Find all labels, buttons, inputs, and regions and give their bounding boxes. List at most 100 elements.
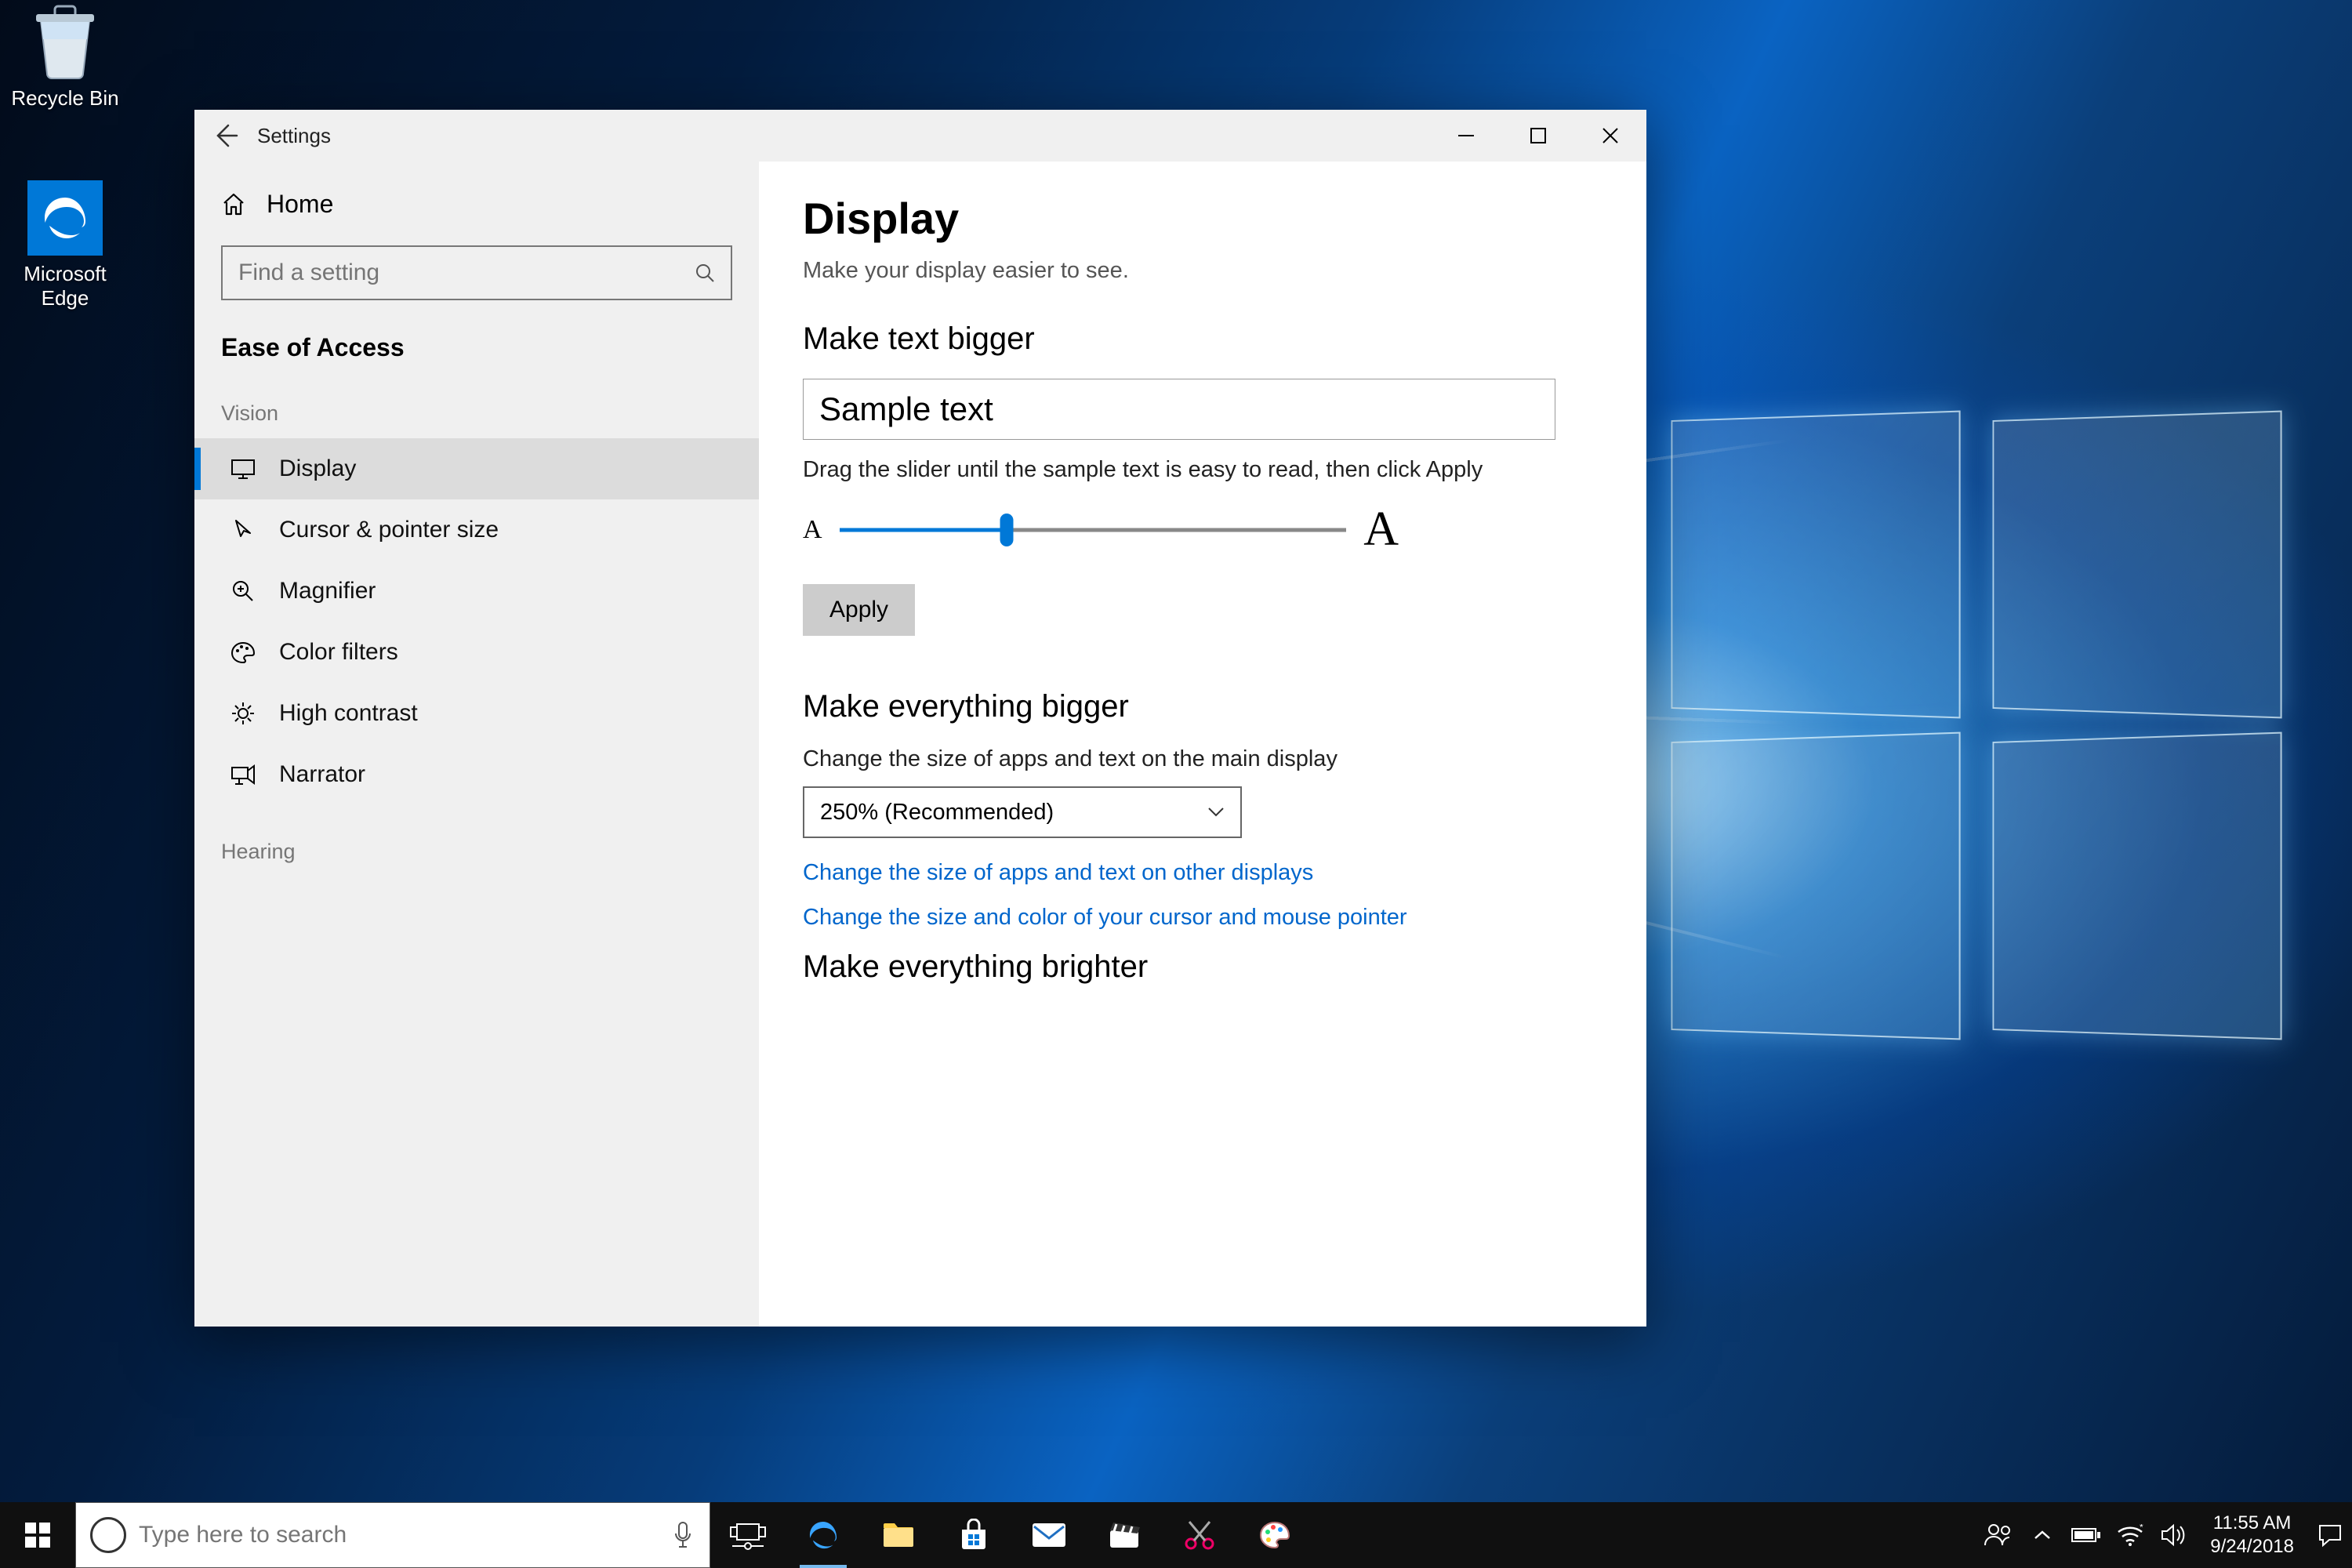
search-icon	[695, 263, 715, 283]
section-make-everything-bigger: Make everything bigger	[803, 689, 1602, 724]
system-tray: * 11:55 AM 9/24/2018	[1976, 1502, 2352, 1568]
cursor-icon	[229, 518, 257, 542]
taskbar-mail[interactable]	[1011, 1502, 1087, 1568]
titlebar: Settings	[194, 110, 1646, 162]
sidebar: Home Ease of Access Vision Display Curso…	[194, 162, 759, 1327]
taskbar-movies[interactable]	[1087, 1502, 1162, 1568]
slider-min-label: A	[803, 515, 822, 545]
sidebar-category: Ease of Access	[194, 318, 759, 367]
magnifier-icon	[229, 579, 257, 603]
edge-icon	[807, 1519, 840, 1552]
desktop-icon-label: Recycle Bin	[6, 86, 124, 111]
nav-item-magnifier[interactable]: Magnifier	[194, 561, 759, 622]
tray-people[interactable]	[1976, 1502, 2020, 1568]
wallpaper-windows-logo	[1662, 416, 2305, 1058]
sidebar-group-vision: Vision	[194, 367, 759, 438]
home-label: Home	[267, 190, 333, 219]
sidebar-group-hearing: Hearing	[194, 805, 759, 877]
chevron-down-icon	[1207, 807, 1225, 818]
cortana-icon	[90, 1517, 126, 1553]
slider-max-label: A	[1363, 502, 1399, 557]
scissors-icon	[1183, 1519, 1216, 1552]
nav-item-cursor[interactable]: Cursor & pointer size	[194, 499, 759, 561]
close-button[interactable]	[1574, 110, 1646, 162]
back-button[interactable]	[194, 110, 257, 162]
arrow-left-icon	[212, 122, 239, 149]
settings-search-input[interactable]	[238, 260, 695, 286]
taskbar-snip[interactable]	[1162, 1502, 1237, 1568]
task-view-icon	[729, 1519, 767, 1551]
nav-label: Color filters	[279, 639, 398, 666]
apply-button[interactable]: Apply	[803, 584, 915, 636]
paint-icon	[1258, 1519, 1292, 1551]
svg-text:*: *	[2140, 1524, 2143, 1533]
chevron-up-icon	[2034, 1529, 2051, 1541]
settings-window: Settings Home Ease of Access Vision	[194, 110, 1646, 1327]
desktop-icon-label: Microsoft Edge	[6, 262, 124, 310]
edge-icon	[27, 180, 103, 256]
text-size-slider[interactable]	[840, 514, 1347, 546]
link-cursor-size[interactable]: Change the size and color of your cursor…	[803, 905, 1602, 931]
tray-overflow[interactable]	[2020, 1502, 2064, 1568]
link-other-displays[interactable]: Change the size of apps and text on othe…	[803, 860, 1602, 886]
taskbar-search[interactable]	[75, 1502, 710, 1568]
maximize-icon	[1530, 127, 1547, 144]
page-title: Display	[803, 193, 1602, 244]
brightness-icon	[229, 701, 257, 726]
section-make-everything-brighter: Make everything brighter	[803, 949, 1602, 985]
nav-item-narrator[interactable]: Narrator	[194, 744, 759, 805]
tray-time: 11:55 AM	[2210, 1512, 2294, 1535]
sample-text-preview: Sample text	[803, 379, 1555, 440]
tray-action-center[interactable]	[2308, 1502, 2352, 1568]
windows-logo-icon	[24, 1521, 52, 1549]
taskbar: * 11:55 AM 9/24/2018	[0, 1502, 2352, 1568]
display-scale-dropdown[interactable]: 250% (Recommended)	[803, 786, 1242, 838]
taskbar-task-view[interactable]	[710, 1502, 786, 1568]
tray-wifi[interactable]: *	[2108, 1502, 2152, 1568]
tray-battery[interactable]	[2064, 1502, 2108, 1568]
main-panel: Display Make your display easier to see.…	[759, 162, 1646, 1327]
mail-icon	[1031, 1522, 1067, 1548]
taskbar-paint[interactable]	[1237, 1502, 1312, 1568]
settings-search[interactable]	[221, 245, 732, 300]
maximize-button[interactable]	[1502, 110, 1574, 162]
desktop-icon-microsoft-edge[interactable]: Microsoft Edge	[6, 180, 124, 310]
nav-item-color-filters[interactable]: Color filters	[194, 622, 759, 683]
taskbar-store[interactable]	[936, 1502, 1011, 1568]
taskbar-search-input[interactable]	[139, 1522, 658, 1548]
clapperboard-icon	[1107, 1519, 1142, 1551]
desktop-icon-recycle-bin[interactable]: Recycle Bin	[6, 5, 124, 111]
tray-date: 9/24/2018	[2210, 1535, 2294, 1559]
nav-label: High contrast	[279, 700, 418, 727]
display-icon	[229, 458, 257, 480]
wifi-icon: *	[2116, 1524, 2144, 1546]
start-button[interactable]	[0, 1502, 75, 1568]
taskbar-file-explorer[interactable]	[861, 1502, 936, 1568]
nav-label: Narrator	[279, 761, 365, 788]
tray-clock[interactable]: 11:55 AM 9/24/2018	[2196, 1512, 2308, 1559]
speaker-icon	[2160, 1523, 2188, 1547]
nav-label: Magnifier	[279, 578, 376, 604]
slider-thumb[interactable]	[1000, 514, 1013, 546]
minimize-button[interactable]	[1430, 110, 1502, 162]
page-subtitle: Make your display easier to see.	[803, 258, 1602, 284]
narrator-icon	[229, 763, 257, 786]
nav-item-high-contrast[interactable]: High contrast	[194, 683, 759, 744]
desktop: Recycle Bin Microsoft Edge Settings Hom	[0, 0, 2352, 1568]
palette-icon	[229, 641, 257, 664]
taskbar-edge[interactable]	[786, 1502, 861, 1568]
battery-icon	[2071, 1526, 2102, 1544]
mic-icon[interactable]	[670, 1521, 695, 1549]
scale-description: Change the size of apps and text on the …	[803, 746, 1602, 772]
nav-item-display[interactable]: Display	[194, 438, 759, 499]
recycle-bin-icon	[27, 5, 103, 80]
minimize-icon	[1457, 126, 1475, 145]
tray-volume[interactable]	[2152, 1502, 2196, 1568]
notification-icon	[2317, 1523, 2343, 1548]
nav-label: Cursor & pointer size	[279, 517, 499, 543]
home-icon	[221, 192, 246, 217]
nav-label: Display	[279, 456, 356, 482]
window-title: Settings	[257, 124, 331, 148]
home-link[interactable]: Home	[194, 172, 759, 236]
close-icon	[1601, 126, 1620, 145]
